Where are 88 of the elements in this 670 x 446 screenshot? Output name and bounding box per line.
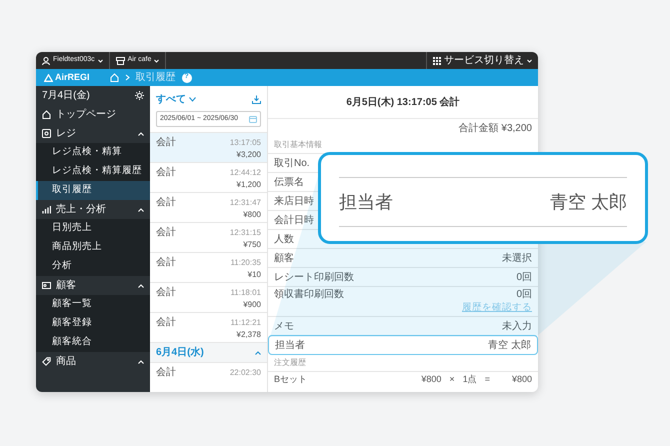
section-heading: 注文履歴 (274, 357, 306, 369)
field-value: 0回 (516, 270, 532, 284)
transaction-type: 会計 (156, 256, 176, 270)
caret-icon (527, 58, 532, 62)
transaction-type: 会計 (156, 316, 176, 330)
logo-text: AirREGI (55, 70, 90, 84)
grid-icon (433, 56, 441, 64)
tag-icon (42, 357, 51, 366)
sidebar-subitem[interactable]: 顧客統合 (36, 333, 150, 352)
sidebar-subitem[interactable]: 顧客登録 (36, 314, 150, 333)
id-card-icon (42, 281, 51, 290)
field-label: 会計日時 (274, 214, 314, 228)
home-icon (42, 110, 51, 119)
field-label: 来店日時 (274, 194, 314, 208)
field-label: メモ (274, 320, 294, 334)
sidebar-subitem[interactable]: 顧客一覧 (36, 295, 150, 314)
bar-chart-icon (42, 205, 51, 214)
field-value: 青空 太郎 (488, 338, 531, 352)
transaction-item[interactable]: 会計 22:02:30 (150, 362, 267, 392)
field-value: 未選択 (502, 252, 532, 266)
date-group-label: 6月4日(水) (156, 346, 204, 360)
total-amount: 合計金額 ¥3,200 (458, 122, 532, 136)
caret-icon (154, 58, 160, 62)
field-label: レシート印刷回数 (274, 270, 354, 284)
transaction-type: 会計 (156, 166, 176, 180)
equals-sign: = (484, 373, 490, 386)
field-label: 人数 (274, 232, 294, 246)
transaction-time: 11:12:21 (230, 316, 261, 328)
transaction-amount: ¥900 (243, 299, 261, 311)
sidebar-item[interactable]: レジ (36, 124, 150, 143)
transaction-item[interactable]: 会計 13:17:05 ¥3,200 (150, 132, 267, 162)
transaction-type: 会計 (156, 286, 176, 300)
store-icon (116, 56, 125, 64)
transaction-time: 12:31:15 (230, 226, 261, 238)
transaction-amount: ¥750 (243, 239, 261, 251)
field-value: 未入力 (502, 320, 532, 334)
detail-title: 6月5日(木) 13:17:05 会計 (268, 86, 538, 119)
transaction-type: 会計 (156, 226, 176, 240)
subtotal: ¥800 (512, 373, 532, 386)
sidebar-item[interactable]: 商品 (36, 352, 150, 371)
multiply-sign: × (449, 373, 455, 386)
transaction-time: 11:18:01 (230, 286, 261, 298)
transaction-amount: ¥10 (248, 269, 261, 281)
callout-value: 青空 太郎 (550, 190, 627, 214)
transaction-type: 会計 (156, 136, 176, 150)
home-icon[interactable] (110, 73, 119, 82)
sidebar-subitem[interactable]: 商品別売上 (36, 238, 150, 257)
sidebar-item[interactable]: トップページ (36, 105, 150, 124)
transaction-time: 12:31:47 (230, 196, 261, 208)
field-value: 0回 (516, 288, 532, 302)
transaction-time: 13:17:05 (230, 136, 261, 148)
sidebar-item[interactable]: 顧客 (36, 276, 150, 295)
logo-icon (44, 74, 53, 82)
transaction-amount: ¥1,200 (236, 179, 261, 191)
sidebar-subitem[interactable]: レジ点検・精算 (36, 143, 150, 162)
caret-icon (98, 58, 103, 62)
item-name: Bセット (274, 373, 308, 386)
section-heading: 取引基本情報 (274, 139, 322, 151)
sidebar-item[interactable]: 売上・分析 (36, 200, 150, 219)
person-icon (42, 56, 50, 64)
transaction-time: 22:02:30 (230, 366, 261, 378)
sidebar-subitem[interactable]: 分析 (36, 257, 150, 276)
transaction-time: 11:20:35 (230, 256, 261, 268)
transaction-time: 12:44:12 (230, 166, 261, 178)
filter-dropdown[interactable]: すべて (156, 92, 196, 107)
sidebar-subitem[interactable]: 日別売上 (36, 219, 150, 238)
field-label: 取引No. (274, 156, 310, 170)
field-label: 顧客 (274, 252, 294, 266)
calendar-icon (249, 115, 257, 123)
sidebar-subitem[interactable]: 取引履歴 (36, 181, 150, 200)
transaction-type: 会計 (156, 196, 176, 210)
unit-price: ¥800 (421, 373, 442, 386)
sidebar-date: 7月4日(金) (42, 89, 90, 103)
quantity: 1点 (462, 373, 477, 386)
register-icon (42, 129, 51, 138)
field-label: 伝票名 (274, 176, 304, 190)
transaction-amount: ¥800 (243, 209, 261, 221)
transaction-amount: ¥2,378 (236, 329, 261, 341)
callout-label: 担当者 (339, 190, 393, 214)
transaction-amount: ¥3,200 (236, 149, 261, 161)
download-icon[interactable] (252, 95, 261, 104)
field-label: 領収書印刷回数 (274, 288, 344, 302)
transaction-type: 会計 (156, 366, 176, 380)
chevron-down-icon (189, 97, 196, 102)
sidebar-subitem[interactable]: レジ点検・精算履歴 (36, 162, 150, 181)
sun-icon[interactable] (135, 91, 144, 100)
field-label: 担当者 (275, 338, 305, 352)
chevron-icon (124, 74, 130, 81)
